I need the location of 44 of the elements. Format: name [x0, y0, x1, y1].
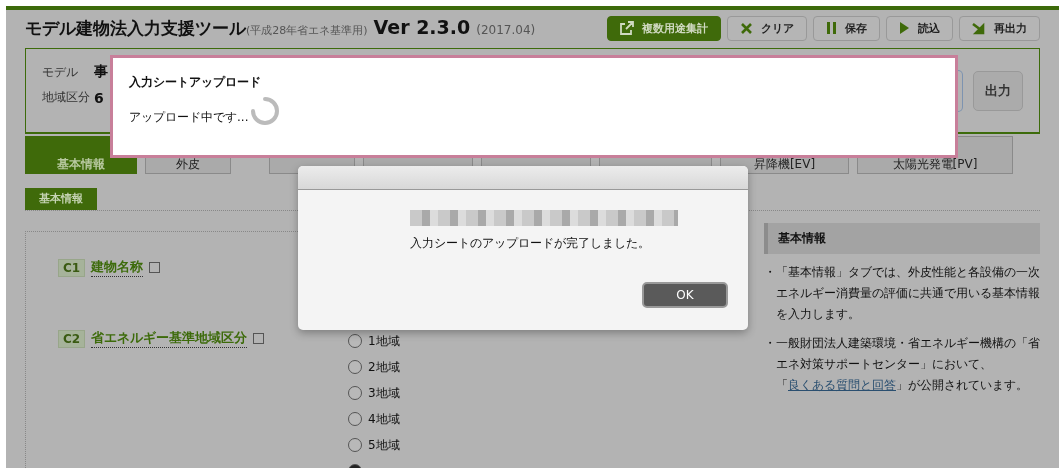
external-link-icon	[620, 21, 634, 35]
radio-label: 2地域	[368, 358, 400, 376]
radio-button[interactable]	[348, 412, 362, 426]
bullet: ・	[764, 264, 776, 281]
faq-link[interactable]: 良くある質問と回答	[788, 378, 896, 392]
ok-button[interactable]: OK	[642, 282, 728, 308]
toolbar-button[interactable]: 保存	[813, 15, 880, 41]
field-label: 地域区分	[42, 89, 90, 106]
radio-button[interactable]	[348, 386, 362, 400]
alert-message: 入力シートのアップロードが完了しました。	[410, 235, 651, 252]
status-text: アップロード中です...	[129, 109, 249, 126]
radio-button[interactable]	[348, 360, 362, 374]
toolbar-button[interactable]: クリア	[727, 15, 807, 41]
app-title: モデル建物法入力支援ツール(平成28年省エネ基準用) Ver 2.3.0 (2017.04)	[25, 16, 536, 40]
help-icon[interactable]	[253, 333, 265, 344]
item-code: C1	[58, 258, 86, 277]
pause-icon	[826, 21, 837, 35]
help-icon[interactable]	[149, 262, 161, 273]
radio-label: 4地域	[368, 410, 400, 428]
help-heading: 基本情報	[764, 223, 1040, 254]
item-label[interactable]: 省エネルギー基準地域区分	[91, 329, 248, 348]
field-value: 6	[94, 89, 104, 106]
radio-label: 5地域	[368, 436, 400, 454]
toolbar-button[interactable]: 再出力	[959, 15, 1040, 41]
bullet: ・	[764, 335, 776, 352]
arrow-icon	[972, 21, 986, 35]
radio-button[interactable]	[348, 334, 362, 348]
dialog-title: 入力シートアップロード	[129, 74, 262, 91]
item-code: C2	[58, 329, 86, 348]
section-label: 基本情報	[25, 188, 97, 210]
play-icon	[899, 21, 910, 35]
spinner-icon	[250, 95, 281, 126]
radio-button[interactable]	[348, 438, 362, 452]
help-text: 一般財団法人建築環境・省エネルギー機構の「省エネ対策サポートセンター」において、「良くある質問と回答」が公開されています。	[776, 335, 1040, 394]
toolbar-button[interactable]: 複数用途集計	[607, 15, 721, 41]
help-text: 「基本情報」タブでは、外皮性能と各設備の一次エネルギー消費量の評価に共通で用いる基本情報を入力します。	[776, 264, 1040, 323]
close-icon	[740, 21, 753, 35]
field-value: 事	[94, 63, 108, 81]
radio-label: 3地域	[368, 384, 400, 402]
radio-label: 1地域	[368, 332, 400, 350]
field-label: モデル	[42, 63, 79, 81]
item-label[interactable]: 建物名称	[91, 258, 144, 277]
toolbar-button[interactable]: 読込	[886, 15, 953, 41]
output-button[interactable]: 出力	[973, 70, 1023, 111]
